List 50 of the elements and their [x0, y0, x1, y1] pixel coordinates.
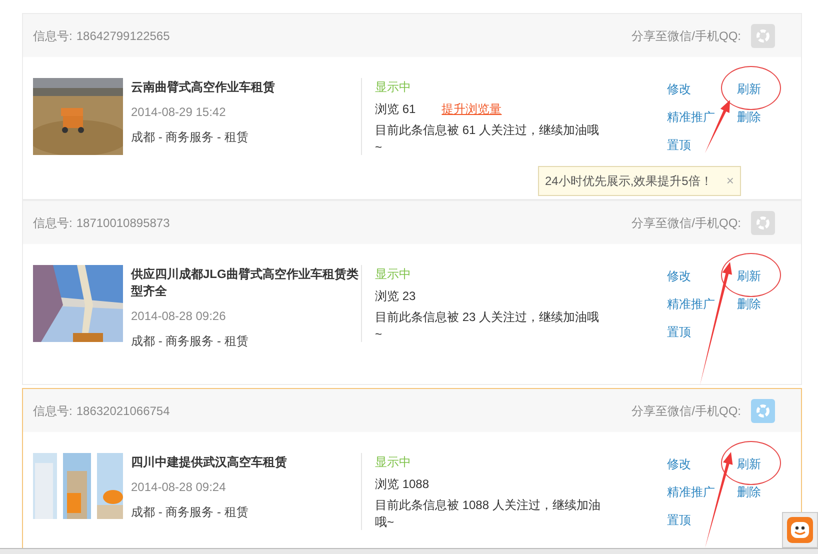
view-count: 浏览 61: [375, 101, 416, 118]
share-label: 分享至微信/手机QQ:: [632, 214, 741, 232]
boost-link[interactable]: 提升浏览量: [442, 100, 502, 118]
status-text: 显示中: [375, 454, 412, 471]
info-number: 18710010895873: [76, 214, 170, 232]
status-text: 显示中: [375, 266, 412, 283]
follow-note: 目前此条信息被 61 人关注过，继续加油哦~: [375, 122, 600, 156]
action-link[interactable]: 删除: [737, 485, 761, 499]
action-link[interactable]: 精准推广: [667, 297, 715, 311]
action-link[interactable]: 修改: [667, 269, 691, 283]
info-label: 信息号:: [33, 402, 72, 420]
action-link[interactable]: 修改: [667, 457, 691, 471]
listing-date: 2014-08-28 09:24: [131, 479, 227, 496]
listing-date: 2014-08-28 09:26: [131, 308, 227, 325]
share-label: 分享至微信/手机QQ:: [632, 28, 741, 44]
tooltip-text: 24小时优先展示,效果提升5倍！: [545, 173, 712, 190]
listing-date: 2014-08-29 15:42: [131, 104, 227, 121]
info-label: 信息号:: [33, 28, 72, 44]
arrow: [705, 100, 730, 153]
action-link[interactable]: 修改: [667, 82, 691, 96]
action-link[interactable]: 删除: [737, 110, 761, 124]
status-text: 显示中: [375, 79, 412, 96]
action-link[interactable]: 置顶: [667, 325, 691, 339]
share-label: 分享至微信/手机QQ:: [632, 402, 741, 420]
action-link[interactable]: 刷新: [737, 82, 761, 96]
listing-title[interactable]: 云南曲臂式高空作业车租赁: [131, 79, 359, 96]
listing-title[interactable]: 四川中建提供武汉高空车租赁: [131, 454, 359, 471]
view-count: 浏览 1088: [375, 476, 430, 493]
smiley-icon[interactable]: [787, 517, 813, 543]
follow-note: 目前此条信息被 1088 人关注过，继续加油哦~: [375, 497, 602, 531]
info-number: 18642799122565: [76, 28, 170, 44]
action-link[interactable]: 精准推广: [667, 110, 715, 124]
listing-category: 成都 - 商务服务 - 租赁: [131, 129, 250, 146]
listing-category: 成都 - 商务服务 - 租赁: [131, 333, 250, 350]
follow-note: 目前此条信息被 23 人关注过，继续加油哦~: [375, 309, 600, 343]
listing-category: 成都 - 商务服务 - 租赁: [131, 504, 250, 521]
action-link[interactable]: 置顶: [667, 513, 691, 527]
action-link[interactable]: 置顶: [667, 138, 691, 152]
info-number: 18632021066754: [76, 402, 170, 420]
action-link[interactable]: 精准推广: [667, 485, 715, 499]
close-button[interactable]: ×: [726, 171, 734, 191]
action-link[interactable]: 刷新: [737, 457, 761, 471]
action-link[interactable]: 刷新: [737, 269, 761, 283]
info-label: 信息号:: [33, 214, 72, 232]
share-icon[interactable]: [751, 398, 775, 422]
view-count: 浏览 23: [375, 288, 416, 305]
share-icon[interactable]: [751, 24, 775, 48]
listing-title[interactable]: 供应四川成都JLG曲臂式高空作业车租赁类型齐全: [131, 266, 359, 300]
action-link[interactable]: 删除: [737, 297, 761, 311]
share-icon[interactable]: [751, 210, 775, 234]
